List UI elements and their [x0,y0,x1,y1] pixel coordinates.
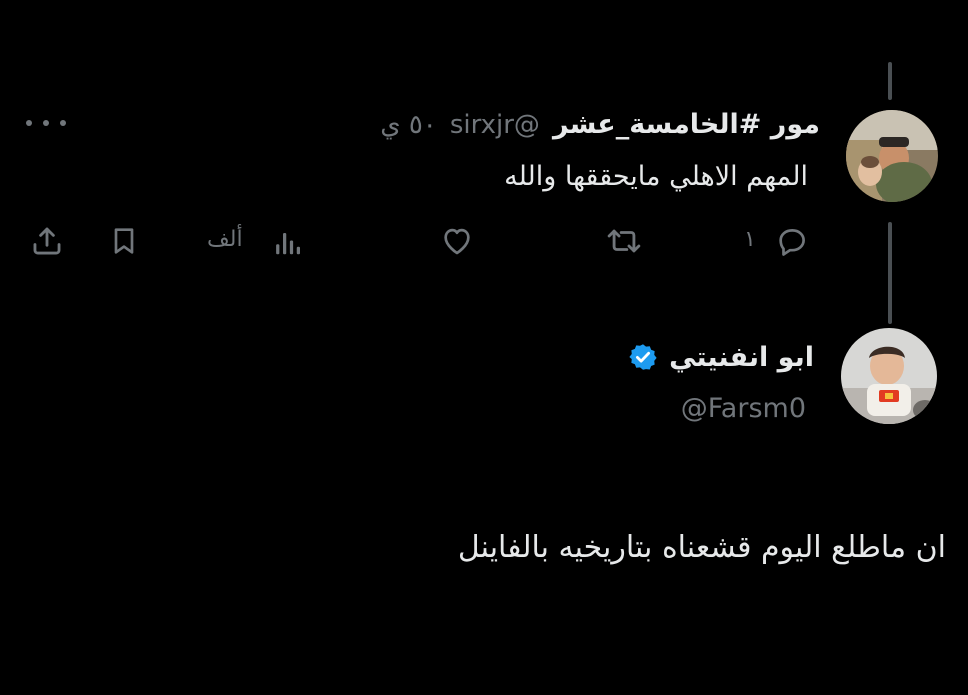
views-count: ألف [207,227,243,252]
thread-line-top [888,62,892,100]
avatar[interactable] [846,110,938,202]
verified-badge-icon [629,344,657,370]
tweet-text: المهم الاهلي مايحققها والله [504,161,808,192]
retweet-icon[interactable] [605,224,643,258]
views-icon[interactable] [273,228,303,258]
reply-avatar-photo [841,328,937,424]
reply-icon[interactable] [775,224,809,258]
reply-count: ١ [744,227,756,252]
reply-header: ابو انفنيتي [628,342,814,373]
tweet-time[interactable]: ٥٠ ي [380,110,437,140]
author-name[interactable]: مور #الخامسة_عشر [553,109,820,140]
share-icon[interactable] [30,224,64,258]
reply-author-name[interactable]: ابو انفنيتي [669,342,814,373]
author-handle[interactable]: @sirxjr [450,110,540,140]
reply-text: ان ماطلع اليوم قشعناه بتاريخيه بالفاينل [457,530,946,565]
reply-handle[interactable]: @Farsm0 [681,393,806,424]
tweet-header: مور #الخامسة_عشر @sirxjr ٥٠ ي [380,109,820,140]
thread-line-middle [888,222,892,324]
bookmark-icon[interactable] [108,224,140,258]
avatar-photo [846,110,938,202]
reply-avatar[interactable] [841,328,937,424]
more-icon[interactable] [26,118,66,128]
like-icon[interactable] [440,224,474,258]
